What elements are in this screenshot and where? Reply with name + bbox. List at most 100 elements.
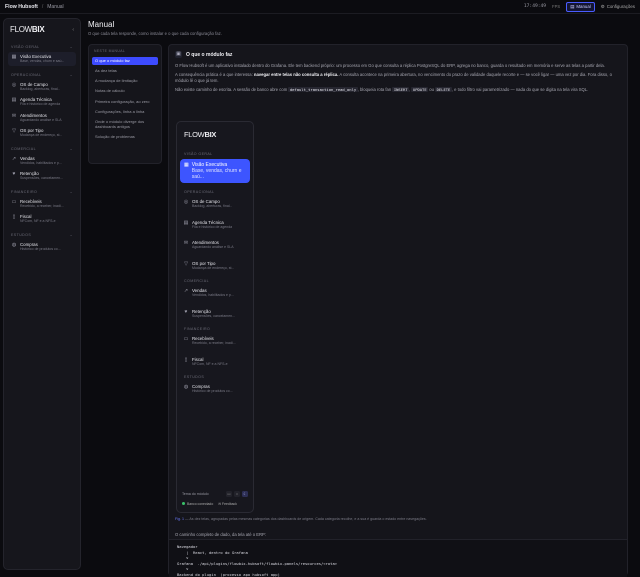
- sidebar-nav: VISÃO GERAL ⌄ ▦ Visão Executiva Base, vendas…: [4, 45, 80, 253]
- sidebar-item-retencao[interactable]: ♥ Retenção Suspensões, cancelamen...: [8, 169, 76, 183]
- chevron-down-icon: ⌄: [69, 45, 73, 49]
- page-subtitle: O que cada tela responde, como instalar …: [88, 31, 222, 36]
- code-block: Navegador | React, dentro do Grafana v G…: [169, 539, 627, 577]
- sidebar-item-atendimentos[interactable]: ✉ Atendimentos Aguardando análise e SLA: [8, 111, 76, 125]
- shot-logo-flow: FLOW: [184, 130, 205, 139]
- logo-bix: BIX: [31, 25, 45, 34]
- sidebar-item-subtitle: Fila e histórico de agenda: [20, 102, 61, 106]
- code-insert: INSERT: [392, 87, 410, 92]
- section-title: O que o módulo faz: [186, 51, 233, 58]
- cart-icon: ◍: [183, 384, 189, 390]
- toc-item-as-dez-telas[interactable]: As dez telas: [92, 67, 158, 75]
- box-icon: ▣: [175, 51, 182, 58]
- section-estudos[interactable]: ESTUDOS ⌄: [4, 233, 80, 237]
- section-operacional[interactable]: OPERACIONAL: [177, 190, 253, 194]
- sidebar-item-subtitle: Histórico de produtos co...: [20, 246, 61, 251]
- sidebar-item-subtitle: NFCom, NF e a NFS-e: [20, 219, 56, 223]
- sidebar-item-visao-executiva: ▦ Visão Executiva Base, vendas, churn e sa…: [180, 159, 250, 183]
- sidebar-item-subtitle: Recebido, a receber, inadi...: [20, 203, 64, 208]
- section-title-label: ESTUDOS: [184, 375, 205, 379]
- theme-label: Tema do módulo: [182, 492, 209, 496]
- sidebar-item-os-de-campo[interactable]: ◎ OS de Campo Backlog, aberturas, final...: [8, 80, 76, 94]
- settings-label: Configurações: [606, 4, 635, 9]
- section-title-label: OPERACIONAL: [11, 72, 42, 77]
- chevron-down-icon: ⌄: [69, 189, 73, 194]
- sidebar-item-subtitle: Recebido, a receber, inadi...: [192, 341, 236, 345]
- breadcrumb[interactable]: Manual: [47, 4, 63, 10]
- db-status: Banco conectado: [182, 502, 213, 506]
- collapse-icon[interactable]: ‹: [72, 27, 74, 33]
- fps-indicator: FPS: [552, 4, 561, 9]
- sidebar-item-subtitle: Vendidos, habilitados e p...: [20, 160, 62, 165]
- sidebar-item-subtitle: Suspensões, cancelamen...: [192, 313, 235, 318]
- section-financeiro[interactable]: FINANCEIRO ⌄: [4, 190, 80, 194]
- sidebar-item-subtitle: NFCom, NF e a NFS-e: [192, 361, 228, 366]
- sidebar-item-subtitle: Base, vendas, churn e saú...: [20, 59, 65, 63]
- sidebar-item-agenda-tecnica[interactable]: ▤ Agenda Técnica Fila e histórico de agend…: [8, 95, 76, 109]
- manual-button[interactable]: ▤ Manual: [566, 1, 595, 12]
- p3-text-a: Não existe caminho de escrita. A sessão …: [175, 87, 289, 92]
- paragraph-2: A consequência prática é a que interessa…: [175, 72, 621, 84]
- section-title-label: VISÃO GERAL: [11, 45, 40, 49]
- toc-item-a-mudanca-de-limitacao[interactable]: A mudança de limitação: [92, 78, 158, 86]
- card-icon: ▭: [11, 198, 17, 205]
- dashboard-icon: ▦: [184, 162, 189, 168]
- sidebar-item-subtitle: Aguardando análise e SLA: [192, 245, 234, 249]
- section-title-label: OPERACIONAL: [184, 190, 215, 194]
- sidebar-item-subtitle: Mudança de endereço, st...: [20, 133, 63, 137]
- status-dot: [182, 502, 185, 505]
- section-comercial[interactable]: COMERCIAL ⌄: [4, 147, 80, 151]
- section-title-label: COMERCIAL: [11, 146, 36, 151]
- sidebar-item-vendas[interactable]: ↗ Vendas Vendidos, habilitados e p...: [8, 154, 76, 168]
- section-visao-geral[interactable]: VISÃO GERAL: [177, 152, 253, 156]
- toc-item-notas-de-calculo[interactable]: Notas de cálculo: [92, 88, 158, 96]
- toc-item-configuracoes-linha-a-linha[interactable]: Configurações, linha a linha: [92, 108, 158, 116]
- section-estudos[interactable]: ESTUDOS: [177, 375, 253, 379]
- message-icon: ✉: [11, 112, 17, 119]
- sidebar-item-compras[interactable]: ◍ Compras Histórico de produtos co...: [8, 240, 76, 254]
- settings-button[interactable]: ⚙ Configurações: [601, 4, 635, 10]
- sidebar-item-visao-executiva[interactable]: ▦ Visão Executiva Base, vendas, churn e sa…: [8, 52, 76, 66]
- sidebar-item-fiscal[interactable]: ▯ Fiscal NFCom, NF e a NFS-e: [8, 212, 76, 226]
- monitor-icon: ▭: [226, 491, 232, 497]
- document-icon: ▯: [184, 356, 188, 363]
- sidebar: FLOWBIX ‹ VISÃO GERAL ⌄ ▦ Visão Executiva Ba…: [3, 18, 81, 570]
- section-title-label: COMERCIAL: [184, 279, 209, 283]
- heart-icon: ♥: [12, 171, 16, 177]
- toc-item-onde-o-modulo-diverge-dos-dashboards-antigos[interactable]: Onde o módulo diverge dos dashboards ant…: [92, 119, 158, 131]
- top-bar: Flow Hubsoft / Manual 17:49:49 FPS ▤ Man…: [0, 0, 640, 14]
- chevron-down-icon: ⌄: [69, 232, 73, 237]
- section-title-label: FINANCEIRO: [11, 189, 38, 194]
- paragraph-3: Não existe caminho de escrita. A sessão …: [175, 87, 621, 93]
- section-title-label: FINANCEIRO: [184, 327, 211, 331]
- code-delete: DELETE: [435, 87, 452, 92]
- section-comercial[interactable]: COMERCIAL: [177, 279, 253, 283]
- section-operacional[interactable]: OPERACIONAL ⌄: [4, 73, 80, 77]
- sidebar-item-recebiveis[interactable]: ▭ Recebíveis Recebido, a receber, inadi...: [8, 197, 76, 211]
- feedback-link: ✉ Feedback: [218, 502, 237, 506]
- filter-icon: ▽: [12, 128, 16, 134]
- sidebar-item-subtitle: Backlog, aberturas, final...: [20, 86, 61, 91]
- filter-icon: ▽: [184, 260, 188, 267]
- sun-icon: ☼: [234, 491, 240, 497]
- sidebar-item-os-por-tipo: ▽ OS por Tipo Mudança de endereço, st...: [180, 259, 250, 273]
- code-update: UPDATE: [411, 87, 429, 92]
- heart-icon: ♥: [184, 308, 188, 315]
- p3-text-e: , e todo filtro vai parametrizado — nada…: [451, 87, 589, 92]
- toc-item-primeira-configuracao-ao-zero[interactable]: Primeira configuração, ao zero: [92, 98, 158, 106]
- sidebar-item-os-por-tipo[interactable]: ▽ OS por Tipo Mudança de endereço, st...: [8, 126, 76, 140]
- sidebar-item-fiscal: ▯ Fiscal NFCom, NF e a NFS-e: [180, 355, 250, 369]
- manual-button-label: Manual: [576, 4, 591, 9]
- sidebar-item-os-de-campo: ◎ OS de Campo Backlog, aberturas, final...: [180, 197, 250, 211]
- sidebar-item-subtitle: Aguardando análise e SLA: [20, 117, 62, 122]
- card-icon: ▭: [183, 336, 189, 342]
- message-icon: ✉: [183, 240, 189, 246]
- section-financeiro[interactable]: FINANCEIRO: [177, 327, 253, 331]
- toc-item-solucao-de-problemas[interactable]: Solução de problemas: [92, 134, 158, 142]
- p3-text-b: , bloqueia rota fan: [357, 87, 393, 92]
- calendar-icon: ▤: [183, 219, 189, 226]
- toc-item-o-que-o-modulo-faz[interactable]: O que o módulo faz: [92, 57, 158, 65]
- book-icon: ▤: [570, 3, 575, 9]
- section-visao-geral[interactable]: VISÃO GERAL ⌄: [4, 45, 80, 49]
- figure-caption: Fig. 1 — As dez telas, agrupadas pelas m…: [175, 517, 427, 521]
